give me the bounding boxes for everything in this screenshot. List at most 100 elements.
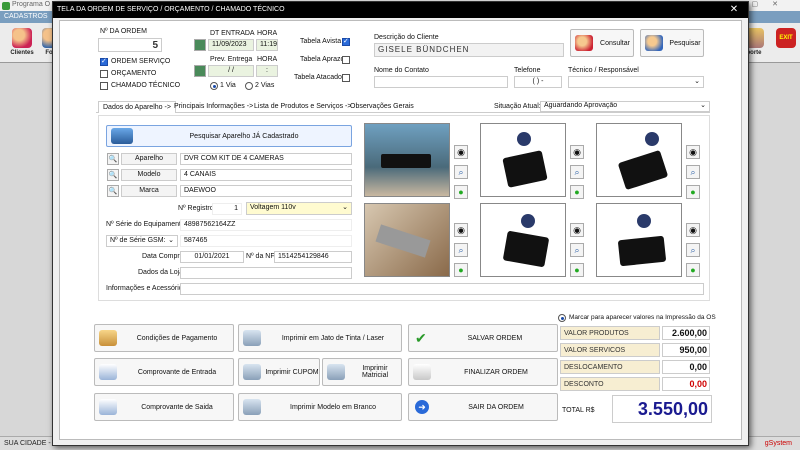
desconto-field[interactable]: 0,00 [662, 377, 710, 391]
camera-icon[interactable]: ◉ [570, 223, 584, 237]
tabela-atacado-checkbox[interactable] [342, 74, 350, 82]
bg-exit-button[interactable]: EXIT [772, 26, 800, 62]
cliente-name-field[interactable]: GISELE BÜNDCHEN [374, 43, 564, 57]
search-icon[interactable]: 🔍 [107, 169, 119, 181]
marca-field[interactable]: DAEWOO [180, 185, 352, 197]
sair-ordem-button[interactable]: ➜ SAIR DA ORDEM [408, 393, 558, 421]
imprimir-branco-button[interactable]: Imprimir Modelo em Branco [238, 393, 402, 421]
ordem-servico-checkbox[interactable] [100, 57, 108, 66]
salvar-ordem-label: SALVAR ORDEM [467, 334, 523, 342]
tab-principais-informacoes[interactable]: Principais Informações -> [170, 101, 257, 113]
add-icon[interactable]: ● [686, 263, 700, 277]
marca-label: Marca [121, 185, 177, 197]
user-search-icon [575, 35, 593, 51]
bg-app-icon [2, 2, 10, 10]
camera-icon[interactable]: ◉ [454, 145, 468, 159]
add-icon[interactable]: ● [686, 185, 700, 199]
calendar-icon[interactable] [194, 65, 206, 77]
nf-field[interactable]: 1514254129846 [274, 251, 352, 263]
telefone-field[interactable]: ( ) - [514, 76, 562, 88]
tabela-avista-checkbox[interactable] [342, 37, 350, 46]
info-field[interactable] [180, 283, 704, 295]
search-icon[interactable]: 🔍 [107, 185, 119, 197]
bg-clientes-button[interactable]: Clientes [8, 26, 36, 62]
tab-strip: Dados do Aparelho -> Principais Informaç… [96, 101, 710, 113]
order-number-field[interactable]: 5 [98, 38, 162, 52]
orcamento-checkbox[interactable] [100, 70, 108, 78]
camera-icon[interactable]: ◉ [454, 223, 468, 237]
tabela-aprazo-checkbox[interactable] [342, 56, 350, 64]
marcar-valores-radio[interactable] [558, 314, 566, 322]
printer-icon [243, 399, 261, 415]
dt-entrada-field[interactable]: 11/09/2023 [208, 39, 254, 51]
registro-field[interactable]: 1 [212, 203, 242, 215]
condicoes-pagamento-button[interactable]: Condições de Pagamento [94, 324, 234, 352]
imprimir-cupom-button[interactable]: Imprimir CUPOM [238, 358, 320, 386]
hora-field[interactable]: 11:19 [256, 39, 278, 51]
camera-icon[interactable]: ◉ [686, 223, 700, 237]
imprimir-branco-label: Imprimir Modelo em Branco [290, 403, 376, 411]
add-icon[interactable]: ● [570, 263, 584, 277]
pesquisar-aparelho-label: Pesquisar Aparelho JÁ Cadastrado [189, 132, 299, 140]
chevron-down-icon: ⌄ [694, 78, 700, 85]
tecnico-select[interactable]: ⌄ [568, 76, 704, 88]
loja-label: Dados da Loja: [138, 269, 186, 276]
pesquisar-button[interactable]: Pesquisar [640, 29, 704, 57]
valor-servicos-field[interactable]: 950,00 [662, 343, 710, 357]
pesquisar-aparelho-button[interactable]: Pesquisar Aparelho JÁ Cadastrado [106, 125, 352, 147]
dialog-title: TELA DA ORDEM DE SERVIÇO / ORÇAMENTO / C… [57, 6, 285, 13]
bg-menu-cadastros[interactable]: CADASTROS [4, 13, 48, 20]
imprimir-matricial-button[interactable]: Imprimir Matricial [322, 358, 402, 386]
tab-dados-aparelho[interactable]: Dados do Aparelho -> [98, 101, 176, 113]
salvar-ordem-button[interactable]: ✔ SALVAR ORDEM [408, 324, 558, 352]
voltagem-select[interactable]: Voltagem 110v ⌄ [246, 202, 352, 215]
tabela-avista-label: Tabela Avista [300, 38, 342, 45]
device-photo-5 [480, 203, 566, 277]
valor-produtos-field[interactable]: 2.600,00 [662, 326, 710, 340]
deslocamento-field[interactable]: 0,00 [662, 360, 710, 374]
search-icon[interactable]: 🔍 [107, 153, 119, 165]
compra-field[interactable]: 01/01/2021 [180, 251, 244, 263]
tab-observacoes[interactable]: Observações Gerais [346, 101, 418, 113]
add-icon[interactable]: ● [454, 185, 468, 199]
zoom-icon[interactable]: ⌕ [454, 243, 468, 257]
finalizar-ordem-button[interactable]: FINALIZAR ORDEM [408, 358, 558, 386]
aparelho-field[interactable]: DVR COM KIT DE 4 CAMERAS [180, 153, 352, 165]
serie-field[interactable]: 48987562164ZZ [180, 219, 352, 231]
camera-icon[interactable]: ◉ [570, 145, 584, 159]
gsm-select[interactable]: Nº de Série GSM: ⌄ [106, 235, 178, 247]
zoom-icon[interactable]: ⌕ [686, 243, 700, 257]
consultar-button[interactable]: Consultar [570, 29, 634, 57]
calendar-icon[interactable] [194, 39, 206, 51]
comprovante-saida-button[interactable]: Comprovante de Saida [94, 393, 234, 421]
zoom-icon[interactable]: ⌕ [454, 165, 468, 179]
zoom-icon[interactable]: ⌕ [570, 165, 584, 179]
contato-field[interactable] [374, 76, 508, 88]
imprimir-jato-button[interactable]: Imprimir em Jato de Tinta / Laser [238, 324, 402, 352]
zoom-icon[interactable]: ⌕ [686, 165, 700, 179]
tab-lista-produtos[interactable]: Lista de Produtos e Serviços -> [250, 101, 355, 113]
contato-label: Nome do Contato [374, 67, 429, 74]
modelo-field[interactable]: 4 CANAIS [180, 169, 352, 181]
add-icon[interactable]: ● [570, 185, 584, 199]
chamado-tecnico-checkbox[interactable] [100, 82, 108, 90]
loja-field[interactable] [180, 267, 352, 279]
situacao-select[interactable]: Aguardando Aprovação ⌄ [540, 101, 710, 112]
tabela-atacado-label: Tabela Atacado [294, 74, 342, 81]
via2-radio[interactable] [245, 82, 253, 90]
camera-icon[interactable]: ◉ [686, 145, 700, 159]
close-icon[interactable]: ✕ [720, 2, 748, 18]
hora2-field[interactable]: : [256, 65, 278, 77]
zoom-icon[interactable]: ⌕ [570, 243, 584, 257]
pesquisar-label: Pesquisar [669, 39, 701, 47]
total-row-deslocamento: DESLOCAMENTO 0,00 [560, 360, 712, 374]
document-icon [99, 364, 117, 380]
comprovante-entrada-button[interactable]: Comprovante de Entrada [94, 358, 234, 386]
prev-entrega-field[interactable]: / / [208, 65, 254, 77]
via1-radio[interactable] [210, 82, 218, 90]
chevron-down-icon: ⌄ [700, 102, 706, 109]
gsm-field[interactable]: 587465 [180, 235, 352, 247]
add-icon[interactable]: ● [454, 263, 468, 277]
users-icon [12, 28, 32, 48]
imprimir-cupom-label: Imprimir CUPOM [265, 368, 319, 376]
